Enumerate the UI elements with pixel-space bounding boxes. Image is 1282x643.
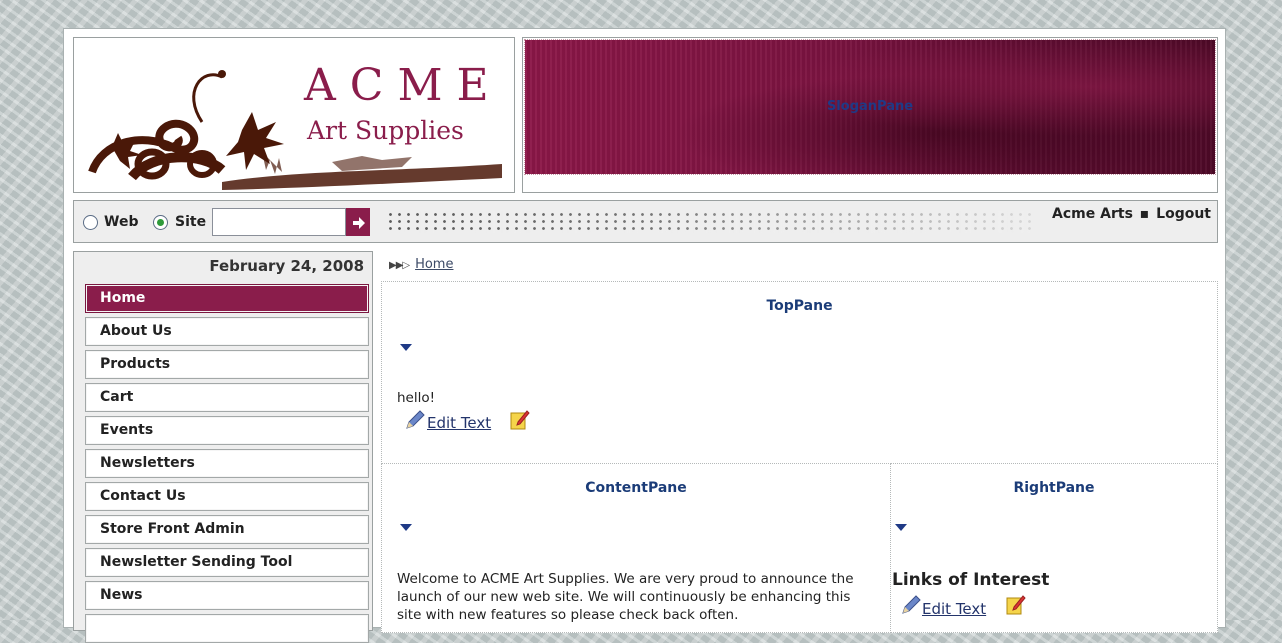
slogan-banner: SloganPane (524, 39, 1216, 175)
top-pane: TopPane hello! Edit Text (381, 281, 1218, 464)
slogan-pane: SloganPane (522, 37, 1218, 193)
site-logo[interactable]: ACME Art Supplies (73, 37, 515, 193)
nav-item-events[interactable]: Events (85, 416, 369, 445)
logo-subtitle: Art Supplies (307, 116, 464, 145)
nav-item-about-us[interactable]: About Us (85, 317, 369, 346)
nav-item-blank[interactable] (85, 614, 369, 643)
content-pane: ContentPane Welcome to ACME Art Supplies… (381, 463, 891, 633)
top-pane-text: hello! (397, 390, 436, 406)
right-pane-title: RightPane (1013, 480, 1095, 496)
right-pane: RightPane Links of Interest Edit Text (890, 463, 1218, 633)
right-pane-edit-text-link[interactable]: Edit Text (922, 600, 986, 618)
top-pane-title: TopPane (766, 298, 833, 314)
top-pane-edit-text-link[interactable]: Edit Text (427, 414, 491, 432)
nav-item-store-front-admin[interactable]: Store Front Admin (85, 515, 369, 544)
arrow-right-icon (353, 216, 365, 229)
user-name-link[interactable]: Acme Arts (1052, 206, 1133, 222)
right-pane-menu-arrow-icon[interactable] (895, 524, 907, 531)
content-pane-menu-arrow-icon[interactable] (400, 524, 412, 531)
user-separator: ▪ (1139, 206, 1150, 222)
radio-site[interactable] (153, 215, 168, 230)
search-go-button[interactable] (346, 208, 370, 236)
nav-item-home[interactable]: Home (85, 284, 369, 313)
nav-item-news[interactable]: News (85, 581, 369, 610)
pencil-icon (902, 595, 921, 614)
breadcrumb: ▶▶▷ Home (389, 257, 453, 272)
top-pane-menu-arrow-icon[interactable] (400, 344, 412, 351)
nav-item-contact-us[interactable]: Contact Us (85, 482, 369, 511)
left-navigation: February 24, 2008 Home About Us Products Ca… (73, 251, 373, 643)
nav-item-cart[interactable]: Cart (85, 383, 369, 412)
current-date: February 24, 2008 (209, 257, 364, 275)
search-bar: Web Site Acme Arts ▪ Logout (73, 200, 1218, 243)
nav-item-newsletters[interactable]: Newsletters (85, 449, 369, 478)
user-area: Acme Arts ▪ Logout (1052, 206, 1211, 222)
edit-note-icon[interactable] (510, 410, 530, 430)
breadcrumb-home-link[interactable]: Home (415, 257, 453, 272)
search-input[interactable] (212, 208, 346, 236)
content-pane-title: ContentPane (585, 480, 687, 496)
radio-web-label[interactable]: Web (104, 214, 138, 230)
page-shell: ACME Art Supplies SloganPane Web Site Ac… (63, 28, 1226, 643)
radio-site-label[interactable]: Site (175, 214, 206, 230)
nav-item-products[interactable]: Products (85, 350, 369, 379)
decorative-dot-pattern (386, 211, 1036, 233)
logout-link[interactable]: Logout (1156, 206, 1211, 222)
links-of-interest-heading: Links of Interest (892, 570, 1050, 590)
pencil-icon (406, 410, 425, 429)
content-pane-welcome-text: Welcome to ACME Art Supplies. We are ver… (397, 571, 854, 623)
nav-item-newsletter-sending-tool[interactable]: Newsletter Sending Tool (85, 548, 369, 577)
logo-title: ACME (304, 60, 503, 111)
slogan-pane-label: SloganPane (826, 99, 914, 114)
edit-note-icon[interactable] (1006, 595, 1026, 615)
radio-web[interactable] (83, 215, 98, 230)
breadcrumb-arrows-icon: ▶▶▷ (389, 260, 410, 271)
